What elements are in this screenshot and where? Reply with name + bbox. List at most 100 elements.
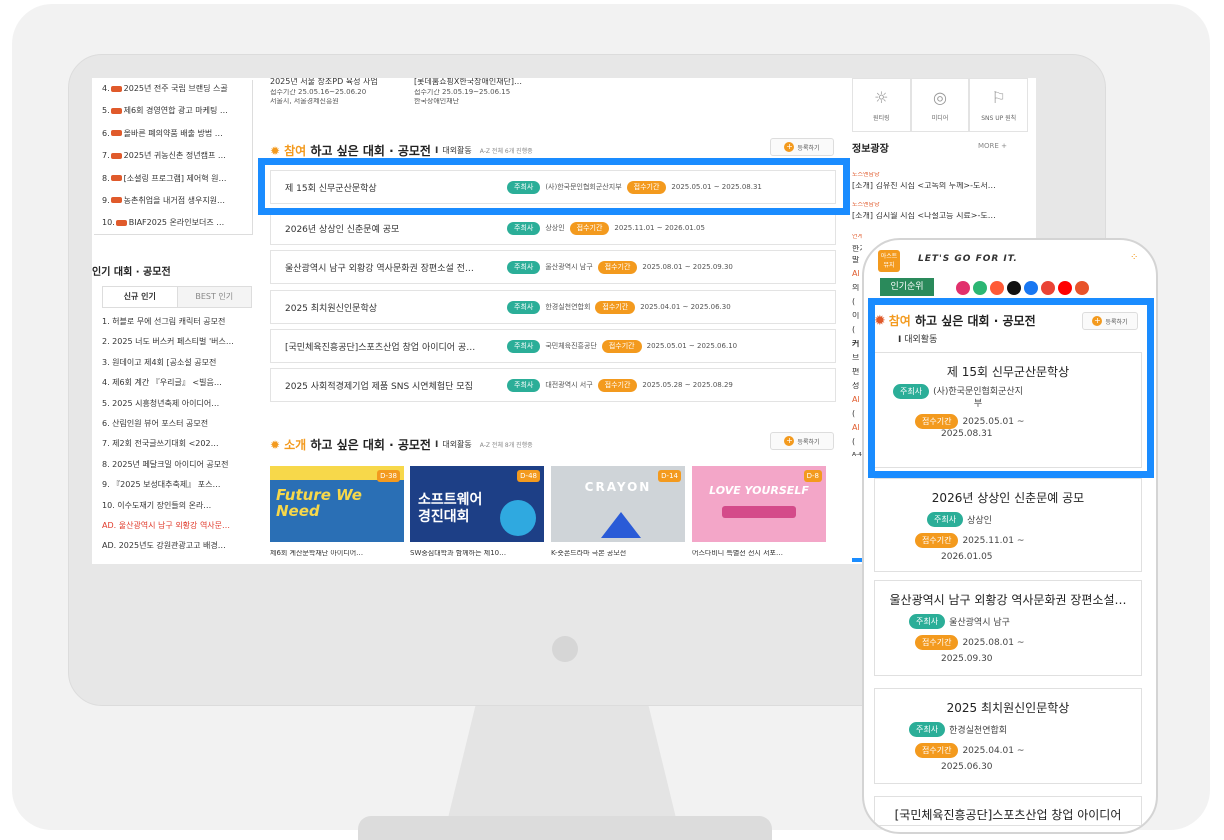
section-meta: A-Z 전체 8개 진행중 <box>479 442 533 449</box>
list-item[interactable]: 2. 2025 너도 버스커 페스티벌 '버스… <box>102 332 252 352</box>
site-logo[interactable]: 아스트 뮤지 <box>878 250 900 272</box>
poster-caption[interactable]: K-숏폰드라마 극본 공모전 <box>551 550 685 557</box>
quick-menu: ☼ 원티링 ◎ 미디어 ⚐ SNS UP 원칙 <box>852 78 1029 132</box>
row-host: 한경실천연합회 <box>545 303 591 311</box>
plus-icon: + <box>784 142 795 152</box>
poster-caption[interactable]: SW중심대학과 함께하는 제10… <box>410 550 544 557</box>
contest-card[interactable]: [국민체육진흥공단]스포츠산업 창업 아이디어 <box>874 796 1142 826</box>
quick-menu-label: SNS UP 원칙 <box>981 115 1017 122</box>
list-item[interactable]: 10. BIAF2025 온라인보더즈 … <box>102 212 252 234</box>
poster-thumbnail[interactable]: 소프트웨어 경진대회 D-48 <box>410 466 544 542</box>
x-icon[interactable] <box>1007 281 1021 295</box>
youtube-icon[interactable] <box>1058 281 1072 295</box>
card-title: 2026년 상상인 신춘문예 공모 <box>931 491 1085 505</box>
chat-icon[interactable] <box>973 281 987 295</box>
top-entry[interactable]: 2025년 서울 창조PD 육성 사업 접수기간 25.05.16~25.06.… <box>270 78 410 105</box>
list-item[interactable]: 9. 농촌취업을 내거점 생우지원… <box>102 190 252 212</box>
ad-item[interactable]: AD. 2025년도 강원관광고고 배경… <box>102 536 252 556</box>
introduce-header: ✹ 소개 하고 싶은 대회 · 공모전 I 대외활동 A-Z 전체 8개 진행중 <box>270 436 533 453</box>
list-item[interactable]: 10. 이수도재기 장인들의 온라… <box>102 496 252 516</box>
list-item[interactable]: 8. 2025년 페달크밀 아이디어 공모전 <box>102 455 252 475</box>
google-icon[interactable] <box>1041 281 1055 295</box>
register-button[interactable]: + 등록하기 <box>770 138 834 156</box>
fragment: Al <box>852 424 860 432</box>
entry-title: 2025년 서울 창조PD 육성 사업 <box>270 78 378 86</box>
contest-row[interactable]: 울산광역시 남구 외황강 역사문화권 장편소설 전… 주최사 울산광역시 남구 … <box>270 250 836 284</box>
register-button[interactable]: + 등록하기 <box>770 432 834 450</box>
plus-icon: + <box>1001 142 1007 150</box>
list-item[interactable]: 6. 산림인원 뷰어 포스터 공모전 <box>102 414 252 434</box>
entry-host: 한국장애인재단 <box>414 98 460 105</box>
list-item[interactable]: 4. 2025년 전주 국립 브랜딩 스골 <box>102 78 252 100</box>
poster-text: LOVE YOURSELF <box>709 484 809 497</box>
social-icons <box>956 280 1092 299</box>
poster-thumbnail[interactable]: LOVE YOURSELF D-8 <box>692 466 826 542</box>
dday-badge: D-38 <box>377 470 400 482</box>
list-item[interactable]: 7. 2025년 귀농신촌 정년캠프 … <box>102 145 252 167</box>
section-category: 대외활동 <box>442 146 472 155</box>
info-item[interactable]: 도스엔담당 [소개] 김유진 시집 <고독의 두께>-도서… <box>852 172 1028 190</box>
dday-badge: D-8 <box>803 470 822 482</box>
register-label: 등록하기 <box>797 438 820 446</box>
instagram-icon[interactable] <box>956 281 970 295</box>
period-badge: 접수기간 <box>915 743 959 758</box>
more-link[interactable]: MORE + <box>978 142 1007 150</box>
rank-button[interactable]: 인기순위 <box>880 278 934 296</box>
ad-item[interactable]: AD. 울산광역시 남구 외황강 역사문… <box>102 516 252 536</box>
list-item[interactable]: 7. 제2회 전국글쓰기대회 <202… <box>102 434 252 454</box>
list-item[interactable]: 5. 제6회 경영연합 광고 마케팅 … <box>102 100 252 122</box>
list-item[interactable]: 6. 올바른 폐의약품 배출 방법 … <box>102 123 252 145</box>
row-title: 2025 사회적경제기업 제품 SNS 시연체험단 모집 <box>285 381 473 392</box>
info-item[interactable]: 도스엔담당 [소개] 김시월 시집 <나절고등 시료>-도… <box>852 202 1028 220</box>
fragment: 커 <box>852 340 860 348</box>
contest-card[interactable]: 2025 최치원신인문학상 주최사 한경실천연합회 접수기간 2025.04.01 … <box>874 688 1142 784</box>
poster-caption[interactable]: 어스다비니 특별전 전시 서포… <box>692 550 826 557</box>
divider <box>252 80 253 235</box>
menu-icon[interactable]: ⁘ <box>1130 252 1138 263</box>
separator: I <box>434 439 439 450</box>
fragment: A-4 <box>852 452 862 458</box>
contest-row[interactable]: 2025 사회적경제기업 제품 SNS 시연체험단 모집 주최사 대전광역시 서… <box>270 368 836 402</box>
list-item[interactable]: 3. 원데이고 제4회 [공소설 공모전 <box>102 353 252 373</box>
contest-row[interactable]: [국민체육진흥공단]스포츠산업 창업 아이디어 공… 주최사 국민체육진흥공단 … <box>270 329 836 363</box>
blog-icon[interactable] <box>1075 281 1089 295</box>
poster-illustration <box>601 512 641 538</box>
contest-card[interactable]: 2026년 상상인 신춘문예 공모 주최사 상상인 접수기간 2025.11.01 … <box>874 478 1142 572</box>
contest-row[interactable]: 2026년 상상인 신춘문예 공모 주최사 상상인 접수기간 2025.11.0… <box>270 211 836 245</box>
quick-menu-item[interactable]: ◎ 미디어 <box>910 78 970 132</box>
period-badge: 접수기간 <box>601 339 642 353</box>
list-item[interactable]: 9. 『2025 보성대추축제』 포스… <box>102 475 252 495</box>
circle-icon[interactable] <box>990 281 1004 295</box>
list-item[interactable]: 5. 2025 시흥청년축제 아이디어… <box>102 394 252 414</box>
list-item[interactable]: 4. 제6회 계간 『우리글』 <빌음… <box>102 373 252 393</box>
fragment: 의 <box>852 284 860 292</box>
poster-illustration <box>500 500 536 536</box>
period-badge: 접수기간 <box>595 300 636 314</box>
quick-menu-item[interactable]: ☼ 원티링 <box>852 78 911 132</box>
tab-best-popular[interactable]: BEST 인기 <box>176 287 251 307</box>
poster-illustration <box>722 506 796 518</box>
row-host: 국민체육진흥공단 <box>545 342 597 350</box>
lightbulb-icon: ☼ <box>874 88 889 107</box>
card-host: 울산광역시 남구 <box>949 618 1010 628</box>
list-item[interactable]: 1. 허블로 무에 선그림 캐릭터 공모전 <box>102 312 252 332</box>
tab-new-popular[interactable]: 신규 인기 <box>103 287 177 307</box>
row-host: 상상인 <box>545 224 565 232</box>
card-date: 2025.06.30 <box>941 762 993 772</box>
contest-row[interactable]: 2025 최치원신인문학상 주최사 한경실천연합회 접수기간 2025.04.0… <box>270 290 836 324</box>
section-meta: A-Z 전체 6개 진행중 <box>479 148 533 155</box>
top-entry[interactable]: [롯데홈쇼핑X한국장애인재단]… 접수기간 25.05.19~25.06.15 … <box>414 78 554 105</box>
quick-menu-item[interactable]: ⚐ SNS UP 원칙 <box>969 78 1029 132</box>
card-host: 한경실천연합회 <box>949 726 1008 736</box>
poster-thumbnail[interactable]: CRAYON D-14 <box>551 466 685 542</box>
host-badge: 주최사 <box>507 378 541 392</box>
period-badge: 접수기간 <box>915 635 959 650</box>
slogan: LET'S GO FOR IT. <box>918 254 1018 264</box>
facebook-icon[interactable] <box>1024 281 1038 295</box>
contest-card[interactable]: 울산광역시 남구 외황강 역사문화권 장편소설… 주최사 울산광역시 남구 접수기… <box>874 580 1142 676</box>
left-top-list: 4. 2025년 전주 국립 브랜딩 스골 5. 제6회 경영연합 광고 마케팅 …… <box>102 78 252 235</box>
poster-thumbnail[interactable]: Future We Need D-38 <box>270 466 404 542</box>
info-text: [소개] 김유진 시집 <고독의 두께>-도서… <box>852 182 996 190</box>
list-item[interactable]: 8. [소셜링 프로그램] 제어혁 원… <box>102 168 252 190</box>
poster-caption[interactable]: 제6회 계산문학재단 아이디어… <box>270 550 404 557</box>
